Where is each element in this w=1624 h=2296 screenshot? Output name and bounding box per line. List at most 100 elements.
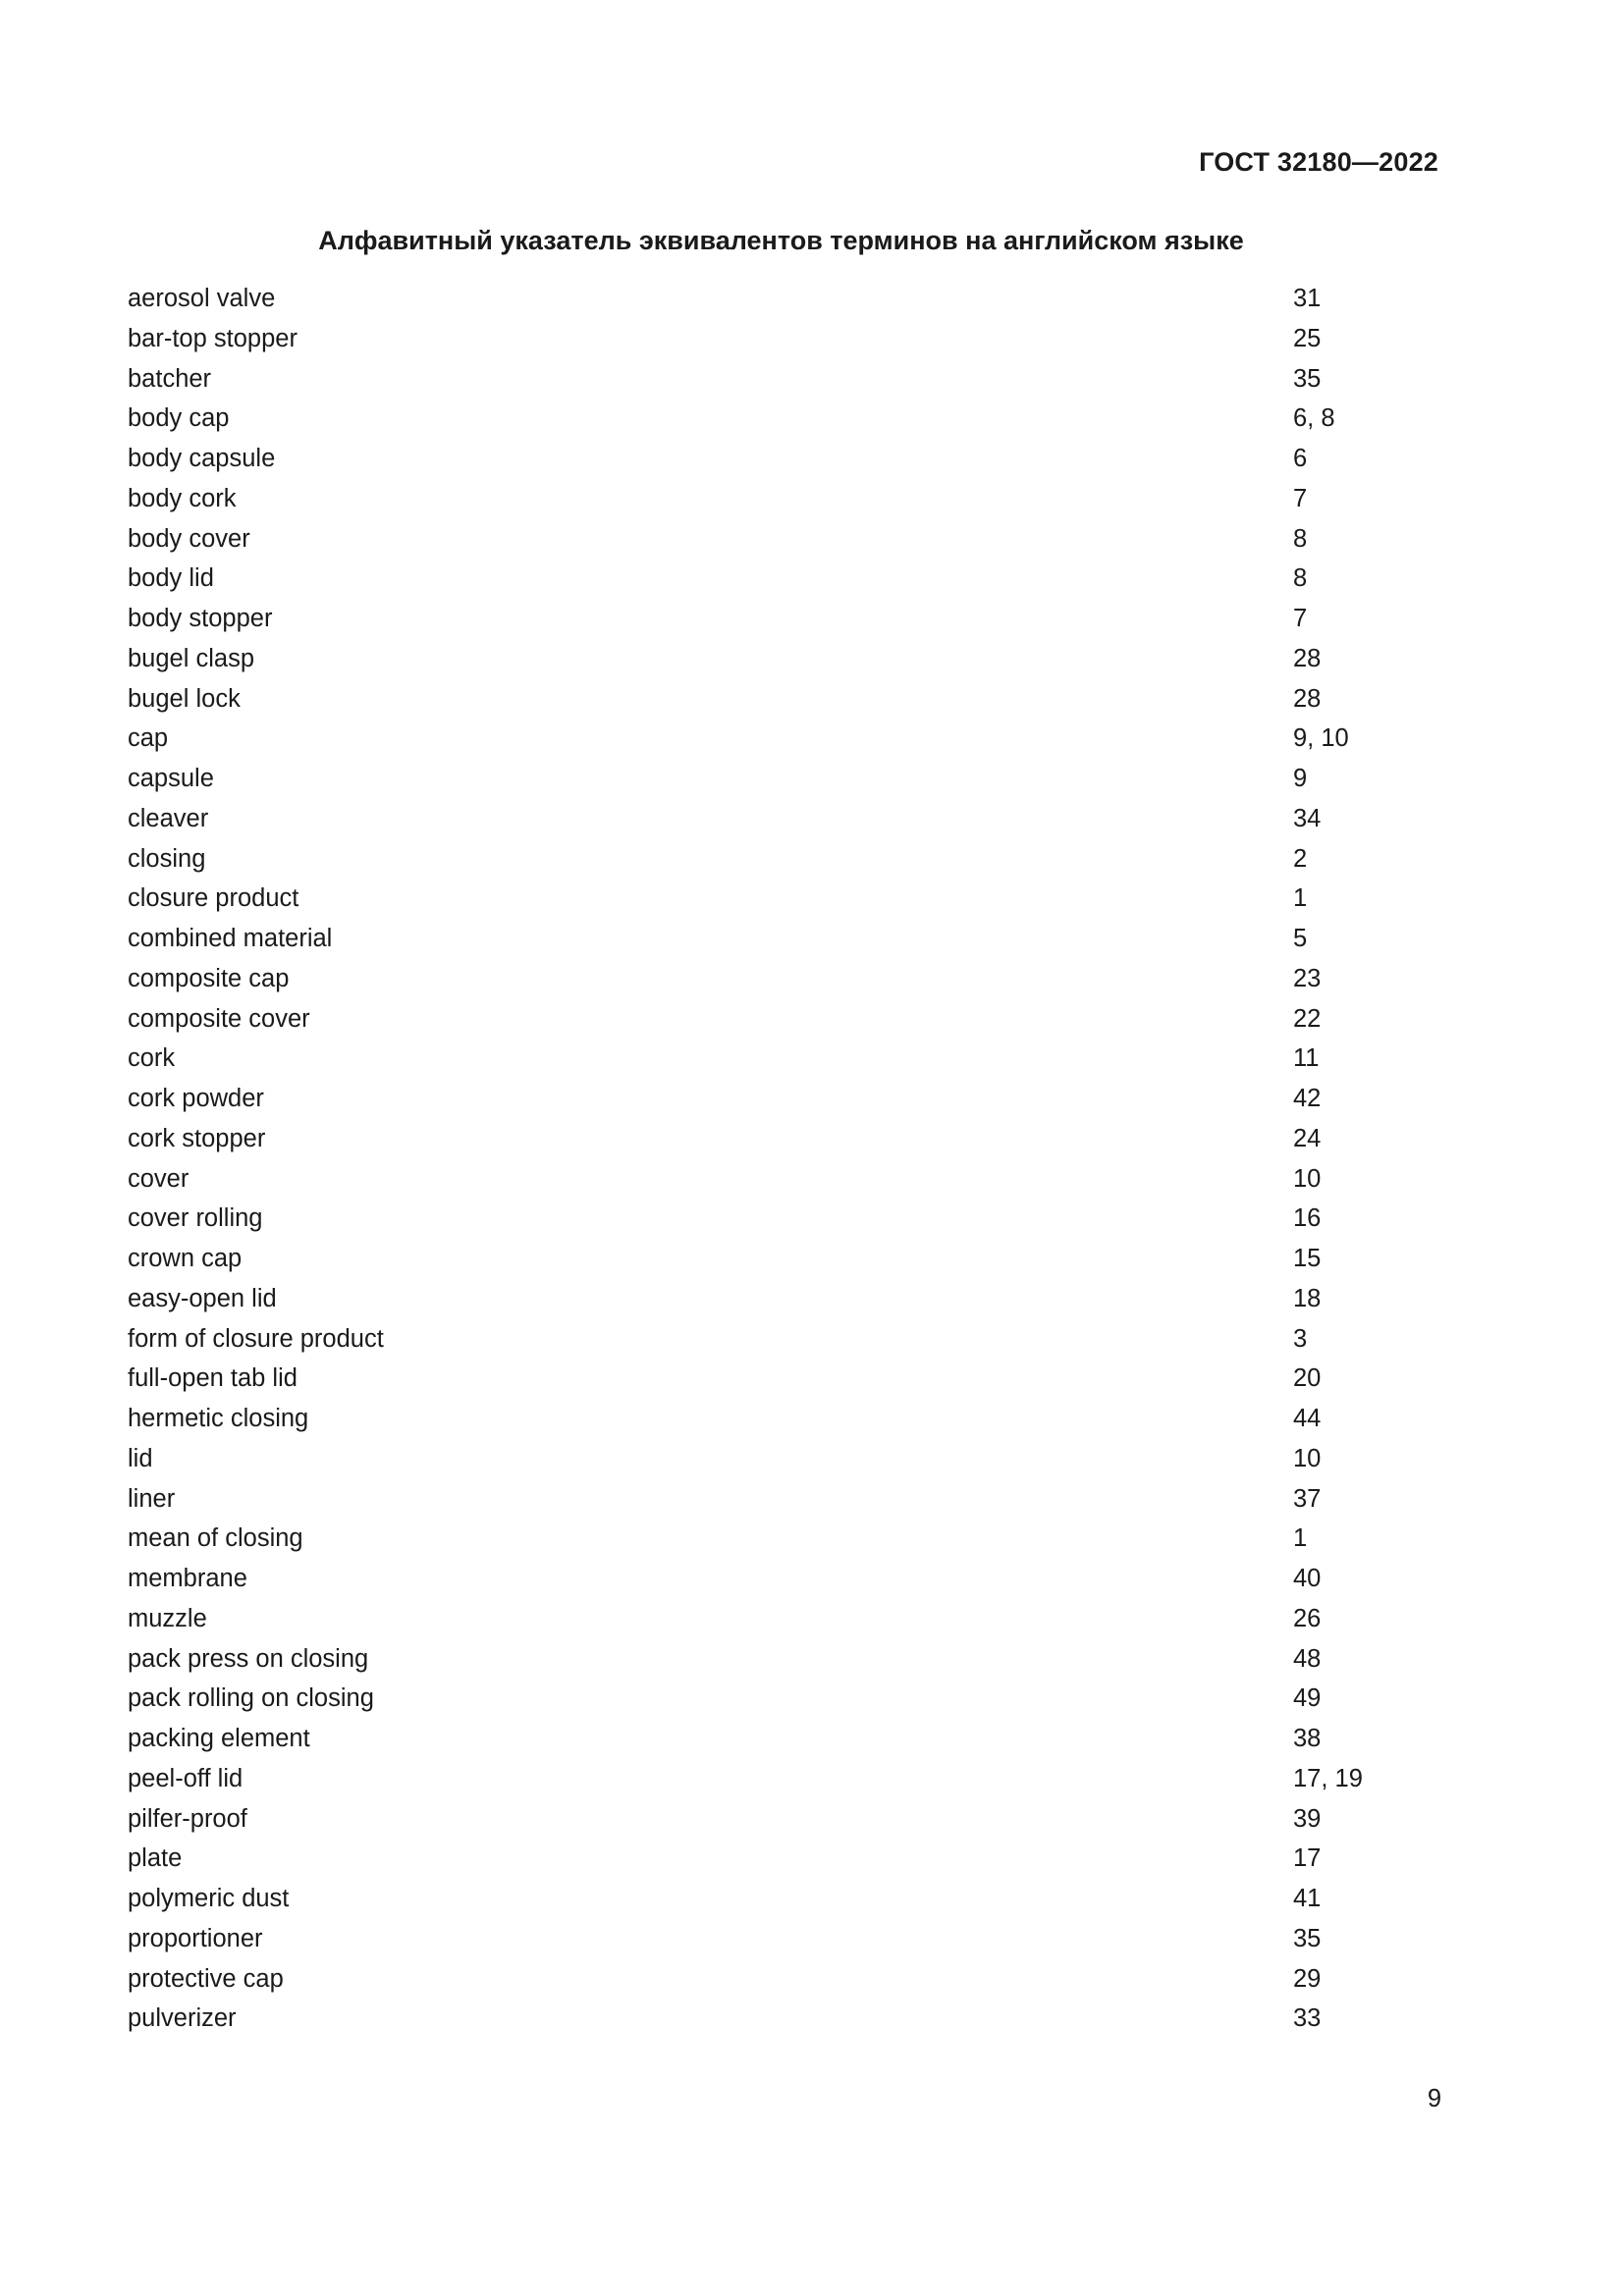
index-term-reference: 35: [1293, 1924, 1322, 1952]
index-term-reference: 49: [1293, 1684, 1322, 1713]
index-term: body stopper: [128, 605, 273, 632]
index-term-reference: 15: [1293, 1245, 1322, 1272]
index-entry: membrane 40: [128, 1559, 1404, 1599]
index-entry: closing 2: [128, 839, 1404, 880]
index-entry: cover 10: [128, 1159, 1404, 1200]
index-term: capsule: [128, 765, 214, 792]
index-entry: muzzle 26: [128, 1599, 1404, 1639]
index-entry: composite cover 22: [128, 999, 1404, 1040]
index-entry: easy-open lid 18: [128, 1279, 1404, 1319]
index-term-reference: 16: [1293, 1204, 1322, 1233]
index-entry: composite cap 23: [128, 959, 1404, 999]
index-entry: packing element 38: [128, 1719, 1404, 1759]
index-entry: pack rolling on closing 49: [128, 1679, 1404, 1719]
index-entry: cover rolling 16: [128, 1199, 1404, 1239]
index-entry: cork 11: [128, 1039, 1404, 1079]
index-term-reference: 23: [1293, 964, 1322, 992]
index-term: membrane: [128, 1565, 247, 1592]
index-entry: body stopper 7: [128, 599, 1404, 639]
index-entry: hermetic closing 44: [128, 1399, 1404, 1439]
index-term-reference: 3: [1293, 1324, 1308, 1353]
index-term: pilfer-proof: [128, 1804, 247, 1833]
index-term: closing: [128, 844, 206, 873]
index-term-reference: 44: [1293, 1405, 1322, 1432]
index-term-reference: 35: [1293, 364, 1322, 393]
index-term: body capsule: [128, 445, 276, 472]
index-term-reference: 24: [1293, 1124, 1322, 1152]
index-term-reference: 28: [1293, 644, 1322, 672]
index-entry: cork powder 42: [128, 1079, 1404, 1119]
index-term: bar-top stopper: [128, 324, 298, 352]
index-term: aerosol valve: [128, 285, 276, 312]
index-term: polymeric dust: [128, 1885, 290, 1912]
index-term: mean of closing: [128, 1524, 303, 1553]
index-entry: pulverizer 33: [128, 1999, 1404, 2039]
index-term: proportioner: [128, 1924, 263, 1952]
index-term: cork stopper: [128, 1124, 266, 1152]
index-term-reference: 33: [1293, 2004, 1322, 2033]
index-term-reference: 7: [1293, 605, 1308, 632]
index-term-reference: 1: [1293, 1524, 1308, 1553]
index-term: pack rolling on closing: [128, 1684, 374, 1713]
index-term: cap: [128, 724, 169, 753]
index-entry: aerosol valve 31: [128, 279, 1404, 319]
index-entry: proportioner 35: [128, 1919, 1404, 1959]
index-term-reference: 17: [1293, 1844, 1322, 1873]
index-entry: body cover 8: [128, 519, 1404, 560]
index-entry: batcher 35: [128, 359, 1404, 400]
index-term: bugel clasp: [128, 644, 255, 672]
index-entry: peel-off lid 17, 19: [128, 1759, 1404, 1799]
index-term-reference: 10: [1293, 1164, 1322, 1193]
index-term: cork powder: [128, 1085, 264, 1112]
index-term-reference: 11: [1293, 1044, 1320, 1073]
index-title: Алфавитный указатель эквивалентов термин…: [318, 226, 1244, 255]
index-term: batcher: [128, 364, 212, 393]
index-term: composite cover: [128, 1004, 310, 1033]
index-term-reference: 18: [1293, 1284, 1322, 1312]
index-term: cork: [128, 1044, 176, 1073]
index-entry: body cap 6, 8: [128, 399, 1404, 439]
index-term-reference: 17, 19: [1293, 1764, 1363, 1792]
index-entry: protective cap 29: [128, 1959, 1404, 2000]
index-term: muzzle: [128, 1604, 207, 1632]
index-entry: bugel clasp 28: [128, 639, 1404, 679]
index-entry: plate 17: [128, 1839, 1404, 1879]
index-entry: cap 9, 10: [128, 719, 1404, 759]
index-term: pulverizer: [128, 2004, 237, 2033]
index-entry: body lid 8: [128, 559, 1404, 599]
index-entry: closure product 1: [128, 879, 1404, 919]
index-term-reference: 37: [1293, 1484, 1322, 1513]
index-entry: crown cap 15: [128, 1239, 1404, 1279]
index-term: protective cap: [128, 1964, 284, 1993]
index-term: packing element: [128, 1725, 310, 1752]
document-code-header: ГОСТ 32180—2022: [1199, 147, 1438, 177]
index-entry: pack press on closing 48: [128, 1639, 1404, 1680]
index-term: crown cap: [128, 1245, 243, 1272]
index-term-reference: 48: [1293, 1644, 1322, 1673]
index-entry: cleaver 34: [128, 799, 1404, 839]
index-term: cover: [128, 1164, 189, 1193]
index-term-reference: 38: [1293, 1725, 1322, 1752]
index-entry: body capsule 6: [128, 439, 1404, 479]
index-term-reference: 42: [1293, 1085, 1322, 1112]
index-entry: combined material 5: [128, 919, 1404, 959]
index-term-reference: 8: [1293, 524, 1308, 553]
index-term: cover rolling: [128, 1204, 263, 1233]
index-term-reference: 10: [1293, 1444, 1322, 1472]
index-entry: lid 10: [128, 1439, 1404, 1479]
index-entry: full-open tab lid 20: [128, 1359, 1404, 1399]
index-term-reference: 29: [1293, 1964, 1322, 1993]
index-term: composite cap: [128, 964, 290, 992]
index-term: body cork: [128, 484, 237, 512]
index-term-reference: 25: [1293, 324, 1322, 352]
index-term: pack press on closing: [128, 1644, 369, 1673]
term-index-list: aerosol valve 31 bar-top stopper 25 batcher 3…: [128, 279, 1404, 2039]
index-term-reference: 6: [1293, 445, 1308, 472]
index-term-reference: 2: [1293, 844, 1308, 873]
index-term-reference: 22: [1293, 1004, 1322, 1033]
index-term: easy-open lid: [128, 1284, 277, 1312]
index-term-reference: 28: [1293, 684, 1322, 713]
index-term-reference: 9: [1293, 765, 1308, 792]
index-term: cleaver: [128, 804, 209, 832]
index-entry: body cork 7: [128, 479, 1404, 519]
